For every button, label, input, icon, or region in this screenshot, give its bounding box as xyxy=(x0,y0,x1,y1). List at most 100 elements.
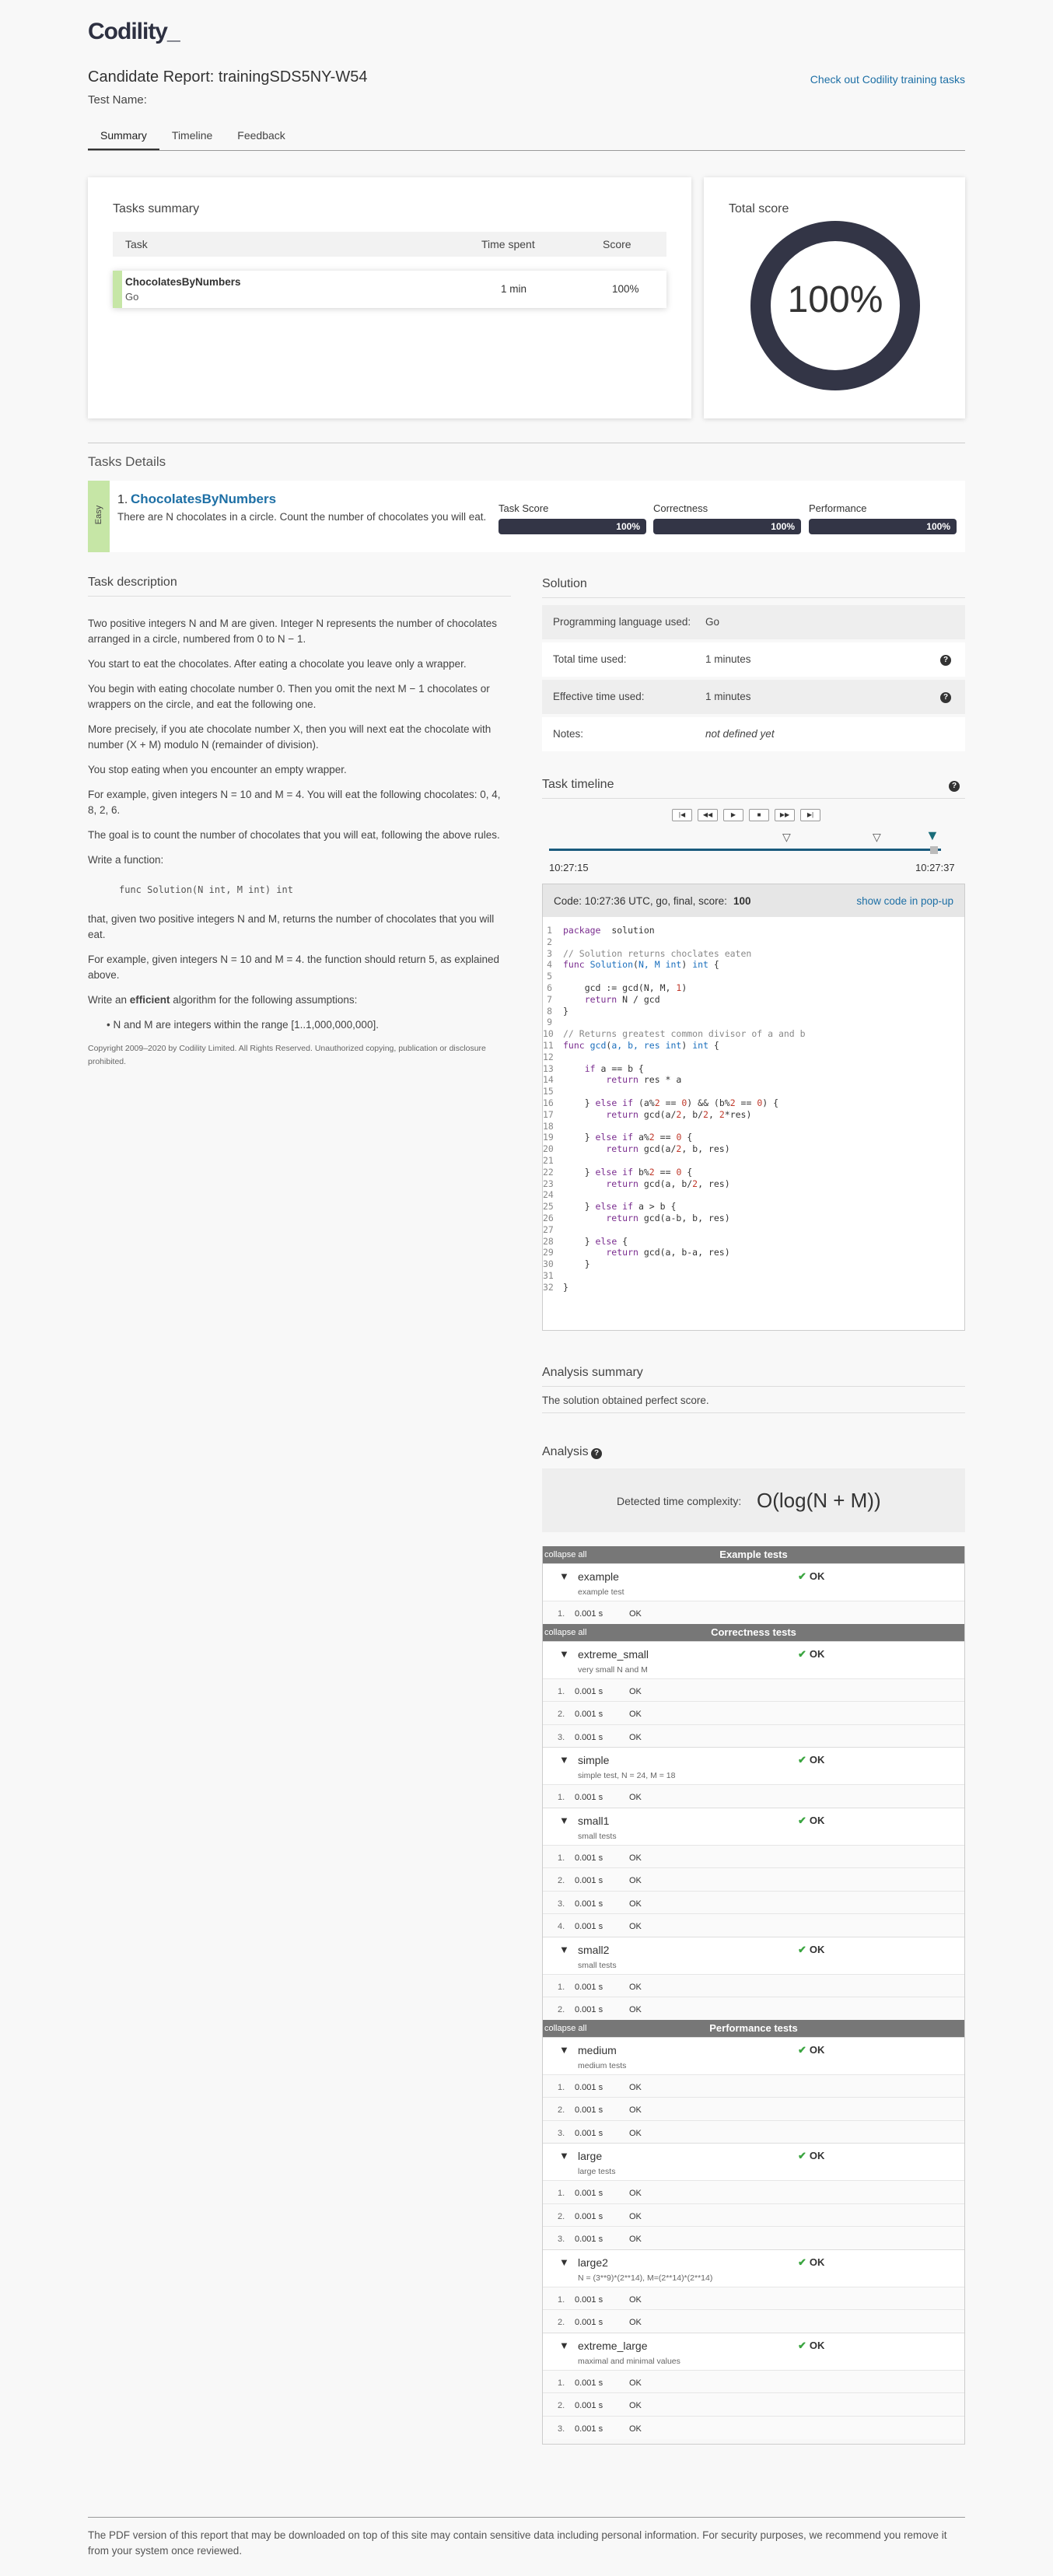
collapse-triangle-icon[interactable]: ▼ xyxy=(559,1754,569,1766)
check-icon: ✔ xyxy=(798,1570,806,1582)
test-status: ✔ OK xyxy=(798,1754,824,1766)
help-icon[interactable]: ? xyxy=(949,781,960,792)
code-line: 20 return gcd(a/2, b, res) xyxy=(543,1143,964,1155)
desc-efficient-paragraph: Write an efficient algorithm for the fol… xyxy=(88,992,511,1008)
line-number: 24 xyxy=(543,1189,554,1201)
code-token: a% xyxy=(638,1132,649,1143)
tab-feedback[interactable]: Feedback xyxy=(225,123,297,150)
result-index: 2. xyxy=(558,2005,565,2014)
collapse-all-button[interactable]: collapse all xyxy=(544,1628,586,1637)
code-token: 2 xyxy=(649,1166,655,1178)
collapse-triangle-icon[interactable]: ▼ xyxy=(559,2044,569,2056)
report-tabs: Summary Timeline Feedback xyxy=(88,123,965,151)
code-token: if xyxy=(563,1062,601,1074)
line-number: 14 xyxy=(543,1074,554,1086)
test-description: example test xyxy=(578,1587,624,1597)
code-line: 23 return gcd(a, b/2, res) xyxy=(543,1178,964,1190)
test-name: extreme_small xyxy=(578,1647,649,1661)
task-detail-header: Easy 1. ChocolatesByNumbers There are N … xyxy=(88,481,965,552)
tab-summary[interactable]: Summary xyxy=(88,123,159,150)
collapse-triangle-icon[interactable]: ▼ xyxy=(559,2340,569,2351)
test-name: example xyxy=(578,1570,619,1583)
code-line: 15 xyxy=(543,1086,964,1097)
collapse-triangle-icon[interactable]: ▼ xyxy=(559,1815,569,1826)
help-icon[interactable]: ? xyxy=(940,692,951,703)
test-row[interactable]: ▼ small1 small tests ✔ OK xyxy=(542,1807,965,1845)
test-row[interactable]: ▼ large2 N = (3**9)*(2**14), M=(2**14)*(2*… xyxy=(542,2249,965,2287)
collapse-triangle-icon[interactable]: ▼ xyxy=(559,1570,569,1582)
task-row-name[interactable]: ChocolatesByNumbers xyxy=(125,276,241,288)
result-index: 2. xyxy=(558,2318,565,2327)
difficulty-label: Easy xyxy=(94,505,103,525)
result-status: OK xyxy=(629,2401,642,2410)
code-token: , xyxy=(708,1108,719,1120)
timeline-play-button[interactable]: ▶ xyxy=(723,809,743,821)
timeline-current-marker-icon[interactable]: ▼ xyxy=(925,828,939,844)
timeline-prev-button[interactable]: ◀◀ xyxy=(698,809,718,821)
collapse-triangle-icon[interactable]: ▼ xyxy=(559,2256,569,2268)
test-row[interactable]: ▼ example example test ✔ OK xyxy=(542,1563,965,1601)
line-number: 28 xyxy=(543,1235,554,1247)
code-token: { xyxy=(708,1039,719,1051)
collapse-all-button[interactable]: collapse all xyxy=(544,2024,586,2033)
timeline-marker-icon[interactable]: ▽ xyxy=(782,831,791,844)
task-row-lang: Go xyxy=(125,291,139,303)
analysis-summary-text: The solution obtained perfect score. xyxy=(542,1395,709,1406)
collapse-triangle-icon[interactable]: ▼ xyxy=(559,1648,569,1660)
timeline-stop-button[interactable]: ■ xyxy=(749,809,769,821)
code-line: 32} xyxy=(543,1282,964,1293)
collapse-all-button[interactable]: collapse all xyxy=(544,1550,586,1559)
total-score-title: Total score xyxy=(729,202,789,215)
code-token: int xyxy=(692,959,708,971)
task-name-link[interactable]: ChocolatesByNumbers xyxy=(131,492,276,507)
test-status-text: OK xyxy=(809,2256,825,2268)
timeline-marker-icon[interactable]: ▽ xyxy=(873,831,881,844)
result-status: OK xyxy=(629,2105,642,2115)
result-time: 0.001 s xyxy=(575,2005,603,2014)
report-title: Candidate Report: trainingSDS5NY-W54 xyxy=(88,68,368,86)
result-index: 3. xyxy=(558,1732,565,1742)
tab-timeline[interactable]: Timeline xyxy=(159,123,225,150)
timeline-last-button[interactable]: ▶| xyxy=(800,809,820,821)
result-time: 0.001 s xyxy=(575,2294,603,2305)
result-time: 0.001 s xyxy=(575,1732,603,1742)
show-code-popup-link[interactable]: show code in pop-up xyxy=(856,895,953,907)
training-tasks-link[interactable]: Check out Codility training tasks xyxy=(810,73,965,86)
test-row[interactable]: ▼ small2 small tests ✔ OK xyxy=(542,1936,965,1974)
metric-task-score: Task Score 100% xyxy=(499,502,646,534)
task-row[interactable]: ChocolatesByNumbers Go 1 min 100% xyxy=(113,271,666,308)
result-time: 0.001 s xyxy=(575,2105,603,2115)
timeline-next-button[interactable]: ▶▶ xyxy=(775,809,795,821)
tasks-summary-header: Task Time spent Score xyxy=(113,232,666,257)
collapse-triangle-icon[interactable]: ▼ xyxy=(559,2150,569,2161)
test-row[interactable]: ▼ extreme_large maximal and minimal values… xyxy=(542,2332,965,2370)
metric-correctness: Correctness 100% xyxy=(653,502,801,534)
timeline-handle[interactable] xyxy=(930,846,938,854)
test-status-text: OK xyxy=(809,1814,825,1826)
code-token: } xyxy=(563,1258,590,1270)
help-icon[interactable]: ? xyxy=(591,1448,602,1459)
code-token: gcd(a, b-a, res) xyxy=(643,1247,730,1258)
timeline-first-button[interactable]: |◀ xyxy=(672,809,692,821)
metric-label: Task Score xyxy=(499,502,549,514)
test-result-row: 1. 0.001 s OK xyxy=(542,1601,965,1624)
test-status: ✔ OK xyxy=(798,2340,824,2352)
test-row[interactable]: ▼ large large tests ✔ OK xyxy=(542,2143,965,2180)
code-token: func xyxy=(563,1039,590,1051)
codility-logo[interactable]: Codility_ xyxy=(88,19,180,45)
help-icon[interactable]: ? xyxy=(940,655,951,666)
result-status: OK xyxy=(629,1710,642,1719)
test-row[interactable]: ▼ simple simple test, N = 24, M = 18 ✔ OK xyxy=(542,1747,965,1784)
test-description: medium tests xyxy=(578,2060,627,2070)
code-token: *res) xyxy=(724,1108,752,1120)
test-row[interactable]: ▼ extreme_small very small N and M ✔ OK xyxy=(542,1640,965,1678)
test-name-label: Test Name: xyxy=(88,93,147,107)
result-status: OK xyxy=(629,2294,642,2305)
check-icon: ✔ xyxy=(798,2150,806,2161)
code-line: 28 } else { xyxy=(543,1236,964,1248)
code-token: gcd xyxy=(589,1039,607,1051)
test-row[interactable]: ▼ medium medium tests ✔ OK xyxy=(542,2036,965,2074)
result-status: OK xyxy=(629,2424,642,2434)
timeline-track[interactable] xyxy=(549,849,941,851)
collapse-triangle-icon[interactable]: ▼ xyxy=(559,1944,569,1955)
